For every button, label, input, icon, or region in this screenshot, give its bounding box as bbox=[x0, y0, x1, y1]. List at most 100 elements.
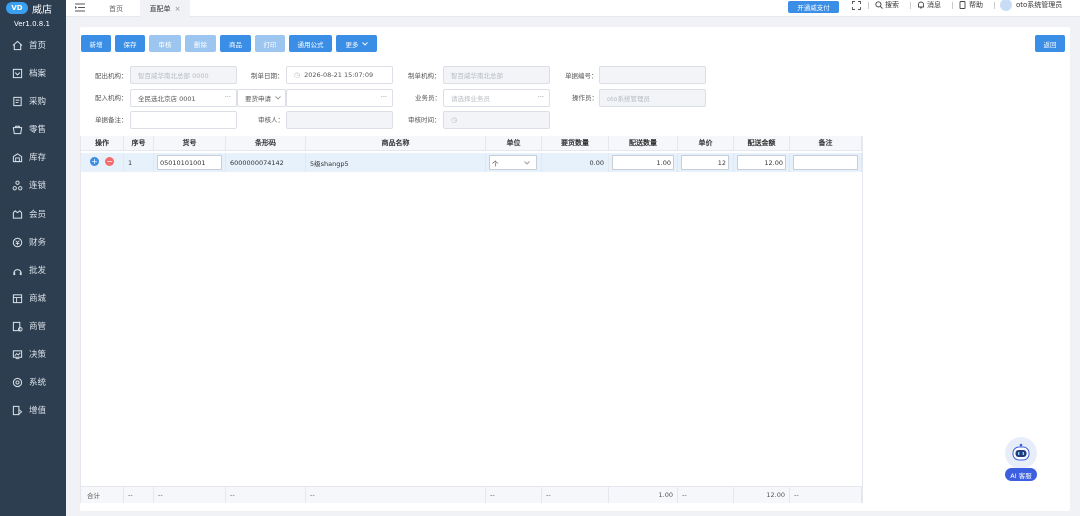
save-button[interactable]: 保存 bbox=[115, 35, 145, 52]
menu-toggle-icon[interactable] bbox=[75, 3, 85, 12]
make-org-field[interactable]: 智百威华南北总部 bbox=[443, 66, 550, 84]
out-org-label: 配出机构： bbox=[95, 72, 128, 80]
out-org-value: 智百威华南北总部 0000 bbox=[138, 72, 209, 80]
formula-button[interactable]: 通用公式 bbox=[289, 35, 332, 52]
delete-button[interactable]: 删除 bbox=[185, 35, 216, 52]
ai-service-label: AI 客服 bbox=[1005, 468, 1037, 481]
divider bbox=[910, 2, 911, 9]
goods-button[interactable]: 商品 bbox=[220, 35, 251, 52]
request-type-value: 要货申请 bbox=[245, 95, 271, 103]
user-menu[interactable]: oto系统管理员 bbox=[1000, 0, 1063, 11]
divider bbox=[994, 2, 995, 9]
add-row-icon[interactable]: + bbox=[90, 157, 99, 166]
app-version: Ver1.0.8.1 bbox=[14, 20, 50, 28]
messages-link[interactable]: 消息 bbox=[917, 0, 941, 10]
unit-select[interactable]: 个 bbox=[489, 155, 537, 170]
app-logo: VD 威店 bbox=[6, 2, 52, 16]
tab-close-icon[interactable]: × bbox=[175, 5, 181, 13]
clock-icon: ◷ bbox=[294, 71, 301, 79]
sidebar-item-system[interactable]: 系统 bbox=[0, 372, 66, 392]
price-input[interactable]: 12 bbox=[681, 155, 729, 170]
sidebar-item-retail[interactable]: 零售 bbox=[0, 119, 66, 139]
auditor-label: 审核人： bbox=[258, 116, 284, 124]
sidebar-item-purchase[interactable]: 采购 bbox=[0, 91, 66, 111]
auditor-field[interactable] bbox=[286, 111, 393, 129]
sidebar-item-label: 商城 bbox=[29, 294, 47, 304]
audit-time-label: 审核时间： bbox=[408, 116, 441, 124]
bill-no-field[interactable] bbox=[599, 66, 706, 84]
operator-field[interactable]: oto系统管理员 bbox=[599, 89, 706, 107]
salesman-field[interactable]: 请选择业务员 ··· bbox=[443, 89, 550, 107]
sidebar: VD 威店 Ver1.0.8.1 首页 档案 采购 零售 库存 连锁 会员 财务… bbox=[0, 0, 66, 516]
avatar bbox=[1000, 0, 1012, 11]
audit-time-field[interactable]: ◷ bbox=[443, 111, 550, 129]
footer-req-qty: -- bbox=[542, 486, 609, 503]
more-button[interactable]: 更多 bbox=[336, 35, 377, 52]
help-link[interactable]: 帮助 bbox=[959, 0, 983, 10]
salesman-label: 业务员： bbox=[415, 94, 441, 102]
tab-home[interactable]: 首页 bbox=[92, 0, 140, 17]
col-header-action: 操作 bbox=[81, 136, 124, 151]
amount-input[interactable]: 12.00 bbox=[737, 155, 786, 170]
search-icon bbox=[875, 1, 883, 9]
new-button[interactable]: 新增 bbox=[81, 35, 111, 52]
sidebar-item-mall[interactable]: 商城 bbox=[0, 288, 66, 308]
sidebar-item-label: 采购 bbox=[29, 97, 47, 107]
open-pay-button[interactable]: 开通威支付 bbox=[788, 1, 839, 13]
unit-value: 个 bbox=[492, 159, 499, 168]
date-value: 2026-08-21 15:07:09 bbox=[304, 71, 374, 79]
footer-amount-total: 12.00 bbox=[734, 486, 790, 503]
ai-service-widget[interactable]: AI 客服 bbox=[1001, 437, 1041, 483]
sidebar-item-label: 库存 bbox=[29, 153, 47, 163]
sidebar-item-decision[interactable]: 决策 bbox=[0, 344, 66, 364]
sidebar-item-merchant[interactable]: 商管 bbox=[0, 316, 66, 336]
user-name: oto系统管理员 bbox=[1016, 1, 1063, 9]
request-no-field[interactable]: ··· bbox=[286, 89, 393, 107]
fullscreen-icon[interactable] bbox=[852, 1, 861, 10]
more-label: 更多 bbox=[345, 40, 359, 49]
sidebar-item-label: 商管 bbox=[29, 322, 47, 332]
ellipsis-icon[interactable]: ··· bbox=[225, 93, 231, 101]
remark-input[interactable] bbox=[793, 155, 858, 170]
merchant-icon bbox=[12, 321, 23, 332]
item-no-input[interactable]: 05010101001 bbox=[157, 155, 222, 170]
in-org-field[interactable]: 全民选北京店 0001 ··· bbox=[130, 89, 237, 107]
sidebar-item-wholesale[interactable]: 批发 bbox=[0, 260, 66, 280]
row-index: 1 bbox=[124, 153, 154, 172]
col-header-barcode: 条形码 bbox=[226, 136, 306, 151]
chevron-down-icon bbox=[275, 96, 281, 100]
sidebar-item-archive[interactable]: 档案 bbox=[0, 63, 66, 83]
sidebar-item-member[interactable]: 会员 bbox=[0, 204, 66, 224]
sidebar-item-chain[interactable]: 连锁 bbox=[0, 175, 66, 195]
sidebar-item-finance[interactable]: 财务 bbox=[0, 232, 66, 252]
date-field[interactable]: ◷ 2026-08-21 15:07:09 bbox=[286, 66, 393, 84]
finance-icon bbox=[12, 237, 23, 247]
remark-field[interactable] bbox=[130, 111, 237, 129]
sidebar-item-label: 连锁 bbox=[29, 181, 47, 191]
out-org-field[interactable]: 智百威华南北总部 0000 bbox=[130, 66, 237, 84]
remove-row-icon[interactable]: − bbox=[105, 157, 114, 166]
system-icon bbox=[12, 377, 23, 387]
col-header-price: 单价 bbox=[678, 136, 734, 151]
in-org-value: 全民选北京店 0001 bbox=[138, 95, 196, 103]
sidebar-item-value-added[interactable]: 增值 bbox=[0, 400, 66, 420]
tab-direct-delivery[interactable]: 直配单 × bbox=[140, 0, 190, 17]
tab-label: 直配单 bbox=[149, 4, 171, 13]
audit-button[interactable]: 审核 bbox=[149, 35, 181, 52]
col-header-index: 序号 bbox=[124, 136, 154, 151]
sidebar-item-label: 决策 bbox=[29, 350, 47, 360]
mall-icon bbox=[12, 293, 23, 303]
qty-input[interactable]: 1.00 bbox=[612, 155, 674, 170]
back-button[interactable]: 返回 bbox=[1035, 35, 1065, 52]
sidebar-item-inventory[interactable]: 库存 bbox=[0, 147, 66, 167]
footer-remark: -- bbox=[790, 486, 862, 503]
print-button[interactable]: 打印 bbox=[255, 35, 285, 52]
purchase-icon bbox=[13, 96, 22, 106]
date-label: 制单日期： bbox=[251, 72, 284, 80]
sidebar-item-home[interactable]: 首页 bbox=[0, 35, 66, 55]
ellipsis-icon[interactable]: ··· bbox=[538, 93, 544, 101]
request-type-select[interactable]: 要货申请 bbox=[237, 89, 286, 107]
footer-item-no: -- bbox=[154, 486, 226, 503]
search-link[interactable]: 搜索 bbox=[875, 0, 899, 10]
ellipsis-icon[interactable]: ··· bbox=[381, 93, 387, 101]
